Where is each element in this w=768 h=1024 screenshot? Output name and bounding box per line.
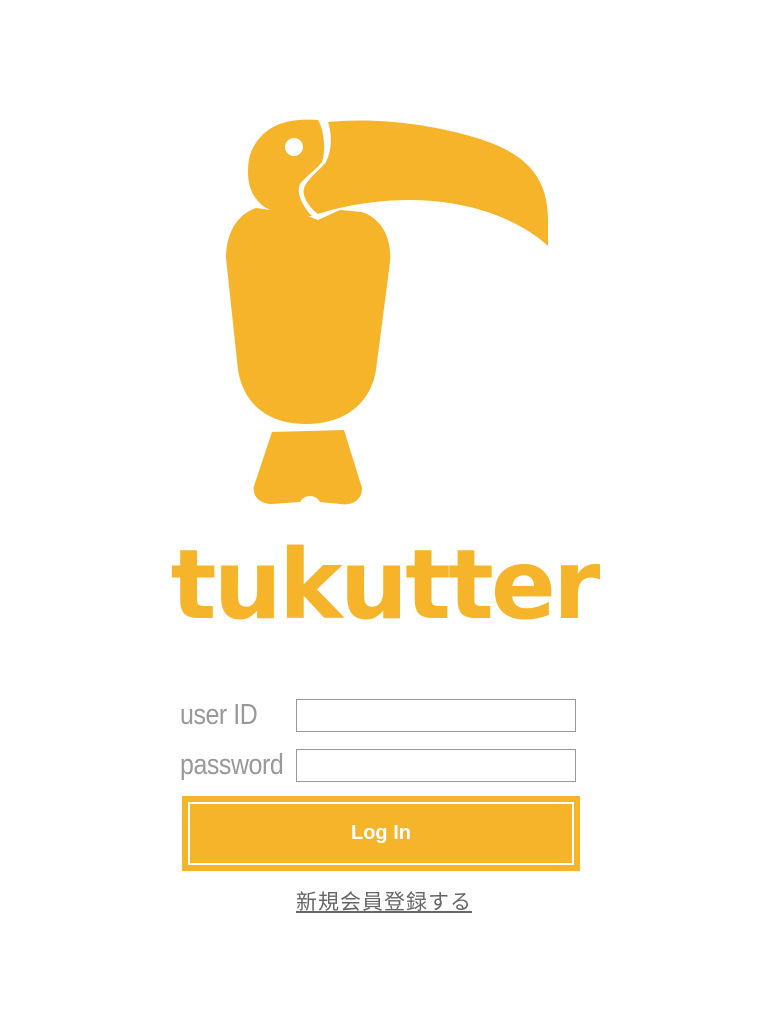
register-link-container: 新規会員登録する <box>0 886 768 916</box>
toucan-icon <box>226 119 548 505</box>
password-row: password <box>180 746 580 784</box>
login-form: user ID password Log In <box>180 696 580 871</box>
password-label: password <box>180 748 284 781</box>
user-id-label: user ID <box>180 698 258 731</box>
app-logo-text: tukutter <box>170 529 601 641</box>
login-button[interactable]: Log In <box>182 796 580 871</box>
user-id-row: user ID <box>180 696 580 734</box>
login-button-label: Log In <box>351 822 411 844</box>
login-page: tukutter user ID password Log In 新規会員登録す… <box>0 0 768 1024</box>
password-input[interactable] <box>296 748 576 782</box>
register-link[interactable]: 新規会員登録する <box>296 890 472 914</box>
user-id-input[interactable] <box>296 698 576 732</box>
